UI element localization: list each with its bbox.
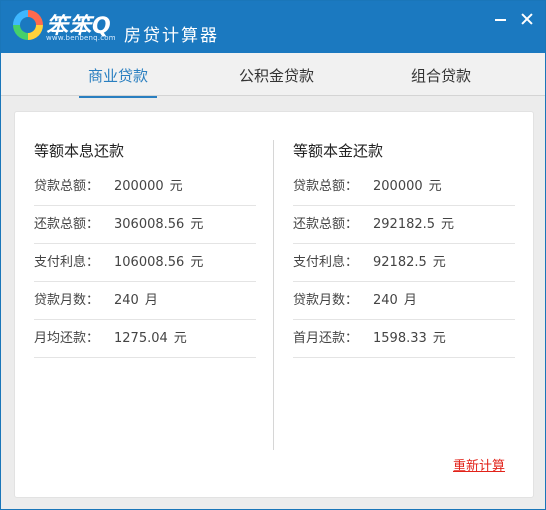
result-row: 月均还款： 1275.04 元	[34, 320, 256, 358]
result-row: 支付利息： 106008.56 元	[34, 244, 256, 282]
row-label: 支付利息：	[34, 255, 100, 270]
logo-url: www.benbenq.com	[46, 34, 116, 42]
result-row: 贷款月数： 240 月	[293, 282, 515, 320]
results-panel: 等额本息还款 贷款总额： 200000 元 还款总额： 306008.56 元 支付利息…	[14, 111, 534, 498]
tab-bar: 商业贷款 公积金贷款 组合贷款	[1, 53, 545, 98]
row-value: 240	[373, 293, 398, 308]
app-title: 房贷计算器	[124, 26, 219, 46]
row-value: 200000	[114, 179, 164, 194]
row-unit: 月	[144, 293, 158, 308]
close-icon[interactable]	[519, 11, 535, 27]
tab-combined-loan[interactable]: 组合贷款	[411, 65, 471, 96]
row-label: 贷款月数：	[34, 293, 100, 308]
row-label: 贷款月数：	[293, 293, 359, 308]
row-value: 240	[114, 293, 139, 308]
row-label: 贷款总额：	[293, 179, 359, 194]
result-row: 还款总额： 292182.5 元	[293, 206, 515, 244]
row-unit: 元	[441, 217, 455, 232]
row-unit: 元	[432, 331, 446, 346]
row-value: 1598.33	[373, 331, 427, 346]
row-unit: 元	[190, 255, 204, 270]
recalculate-link[interactable]: 重新计算	[453, 455, 505, 474]
row-unit: 元	[432, 255, 446, 270]
result-row: 贷款总额： 200000 元	[293, 168, 515, 206]
result-row: 还款总额： 306008.56 元	[34, 206, 256, 244]
row-label: 贷款总额：	[34, 179, 100, 194]
row-unit: 元	[169, 179, 183, 194]
row-value: 1275.04	[114, 331, 168, 346]
row-value: 292182.5	[373, 217, 436, 232]
row-value: 92182.5	[373, 255, 427, 270]
row-value: 200000	[373, 179, 423, 194]
logo: 笨笨Q www.benbenq.com	[13, 8, 117, 46]
result-row: 支付利息： 92182.5 元	[293, 244, 515, 282]
row-label: 还款总额：	[293, 217, 359, 232]
row-label: 月均还款：	[34, 331, 100, 346]
row-label: 首月还款：	[293, 331, 359, 346]
row-value: 306008.56	[114, 217, 185, 232]
row-value: 106008.56	[114, 255, 185, 270]
app-window: 笨笨Q www.benbenq.com 房贷计算器 商业贷款 公积金贷款 组合贷…	[0, 0, 546, 510]
minimize-icon[interactable]	[493, 11, 509, 27]
row-label: 还款总额：	[34, 217, 100, 232]
result-row: 贷款总额： 200000 元	[34, 168, 256, 206]
equal-installment-column: 等额本息还款 贷款总额： 200000 元 还款总额： 306008.56 元 支付利息…	[34, 140, 256, 358]
row-unit: 元	[190, 217, 204, 232]
row-unit: 月	[403, 293, 417, 308]
column-divider	[273, 140, 274, 450]
equal-installment-title: 等额本息还款	[34, 142, 125, 160]
logo-q-icon	[13, 10, 43, 40]
result-row: 贷款月数： 240 月	[34, 282, 256, 320]
result-row: 首月还款： 1598.33 元	[293, 320, 515, 358]
equal-principal-title: 等额本金还款	[293, 142, 384, 160]
tab-commercial-loan[interactable]: 商业贷款	[79, 65, 157, 98]
title-bar: 笨笨Q www.benbenq.com 房贷计算器	[1, 1, 545, 53]
equal-principal-column: 等额本金还款 贷款总额： 200000 元 还款总额： 292182.5 元 支付利息：…	[293, 140, 515, 358]
tab-provident-fund-loan[interactable]: 公积金贷款	[239, 65, 314, 96]
row-label: 支付利息：	[293, 255, 359, 270]
row-unit: 元	[428, 179, 442, 194]
row-unit: 元	[173, 331, 187, 346]
